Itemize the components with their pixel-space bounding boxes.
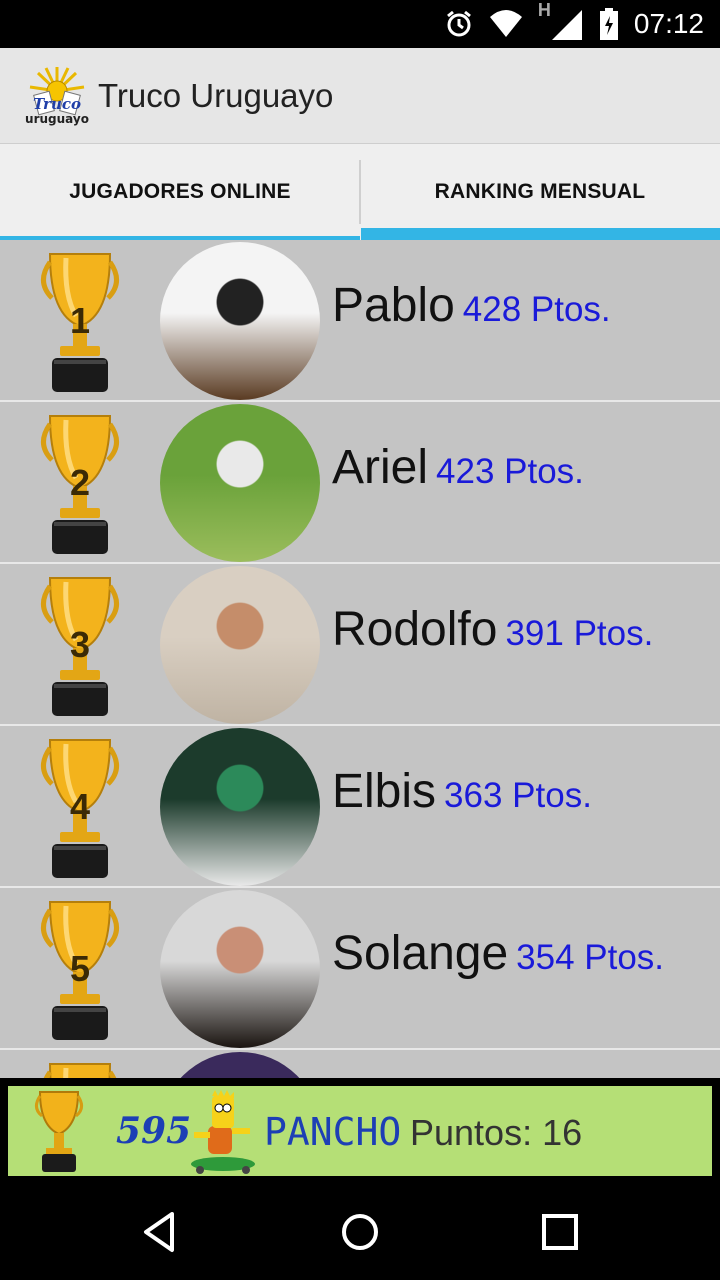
player-points: 354 Ptos.: [516, 938, 665, 977]
player-info: Rodolfo 391 Ptos.: [332, 602, 653, 657]
player-points: 423 Ptos.: [436, 452, 584, 491]
player-avatar[interactable]: [160, 404, 320, 562]
user-rank: 595: [116, 1110, 192, 1152]
trophy-icon: [35, 1091, 83, 1172]
recents-icon[interactable]: [532, 1204, 588, 1260]
rank-number: 2: [69, 462, 91, 503]
player-name: Pablo: [332, 279, 455, 332]
app-logo: Truco uruguayo: [25, 66, 89, 126]
player-avatar[interactable]: [160, 566, 320, 724]
ranking-row[interactable]: 2 Ariel 423 Ptos.: [0, 402, 720, 564]
user-points: Puntos: 16: [410, 1112, 583, 1153]
rank-number: 5: [69, 948, 91, 989]
player-avatar[interactable]: [160, 242, 320, 400]
player-avatar[interactable]: [160, 1052, 320, 1078]
ranking-row[interactable]: 5 Solange 354 Ptos.: [0, 888, 720, 1050]
player-points: 363 Ptos.: [444, 776, 592, 815]
status-bar: H 07:12: [0, 0, 720, 48]
tab-ranking-mensual[interactable]: RANKING MENSUAL: [360, 144, 720, 240]
ranking-row[interactable]: 4 Elbis 363 Ptos.: [0, 726, 720, 888]
player-info: Elbis 363 Ptos.: [332, 764, 592, 819]
player-name: Solange: [332, 927, 509, 980]
tab-label: RANKING MENSUAL: [434, 180, 646, 203]
user-name: PANCHO: [264, 1110, 402, 1154]
player-points: 428 Ptos.: [462, 290, 611, 329]
current-user-bar: 595 PANCHO Puntos: 16: [8, 1086, 712, 1176]
tab-selected-indicator: [361, 228, 720, 240]
back-icon[interactable]: [132, 1204, 188, 1260]
alarm-icon: [446, 10, 471, 37]
ranking-list[interactable]: 1 Pablo 428 Ptos. 2 Ariel 423 Ptos. 3 Rodolfo 39…: [0, 240, 720, 1078]
player-info: Pablo 428 Ptos.: [332, 278, 611, 333]
action-bar: Truco uruguayo Truco Uruguayo: [0, 48, 720, 144]
skateboarder-icon: [191, 1090, 255, 1174]
status-icons: H 07:12: [444, 0, 704, 48]
ranking-row[interactable]: 1 Pablo 428 Ptos.: [0, 240, 720, 402]
signal-icon: H: [538, 0, 584, 42]
trophy-icon: [43, 1063, 117, 1078]
logo-text-bottom: uruguayo: [25, 112, 89, 126]
tab-label: JUGADORES ONLINE: [69, 180, 291, 203]
ranking-row[interactable]: [0, 1050, 720, 1078]
player-name: Rodolfo: [332, 603, 498, 656]
player-info: Solange 354 Ptos.: [332, 926, 664, 981]
player-avatar[interactable]: [160, 728, 320, 886]
wifi-icon: [489, 10, 522, 37]
logo-text-top: Truco: [33, 95, 81, 113]
player-name: Ariel: [332, 441, 429, 494]
navigation-bar: [0, 1182, 720, 1280]
player-points: 391 Ptos.: [505, 614, 654, 653]
status-time: 07:12: [633, 8, 704, 39]
rank-number: 3: [69, 624, 91, 665]
rank-number: 1: [69, 300, 91, 341]
rank-number: 4: [69, 786, 91, 827]
battery-icon: [599, 8, 618, 40]
ranking-row[interactable]: 3 Rodolfo 391 Ptos.: [0, 564, 720, 726]
tab-divider: [359, 160, 361, 224]
player-name: Elbis: [332, 765, 437, 818]
tab-bar: JUGADORES ONLINE RANKING MENSUAL: [0, 144, 720, 240]
tab-jugadores-online[interactable]: JUGADORES ONLINE: [0, 144, 360, 240]
player-info: Ariel 423 Ptos.: [332, 440, 584, 495]
player-avatar[interactable]: [160, 890, 320, 1048]
app-title: Truco Uruguayo: [98, 76, 334, 114]
home-icon[interactable]: [332, 1204, 388, 1260]
